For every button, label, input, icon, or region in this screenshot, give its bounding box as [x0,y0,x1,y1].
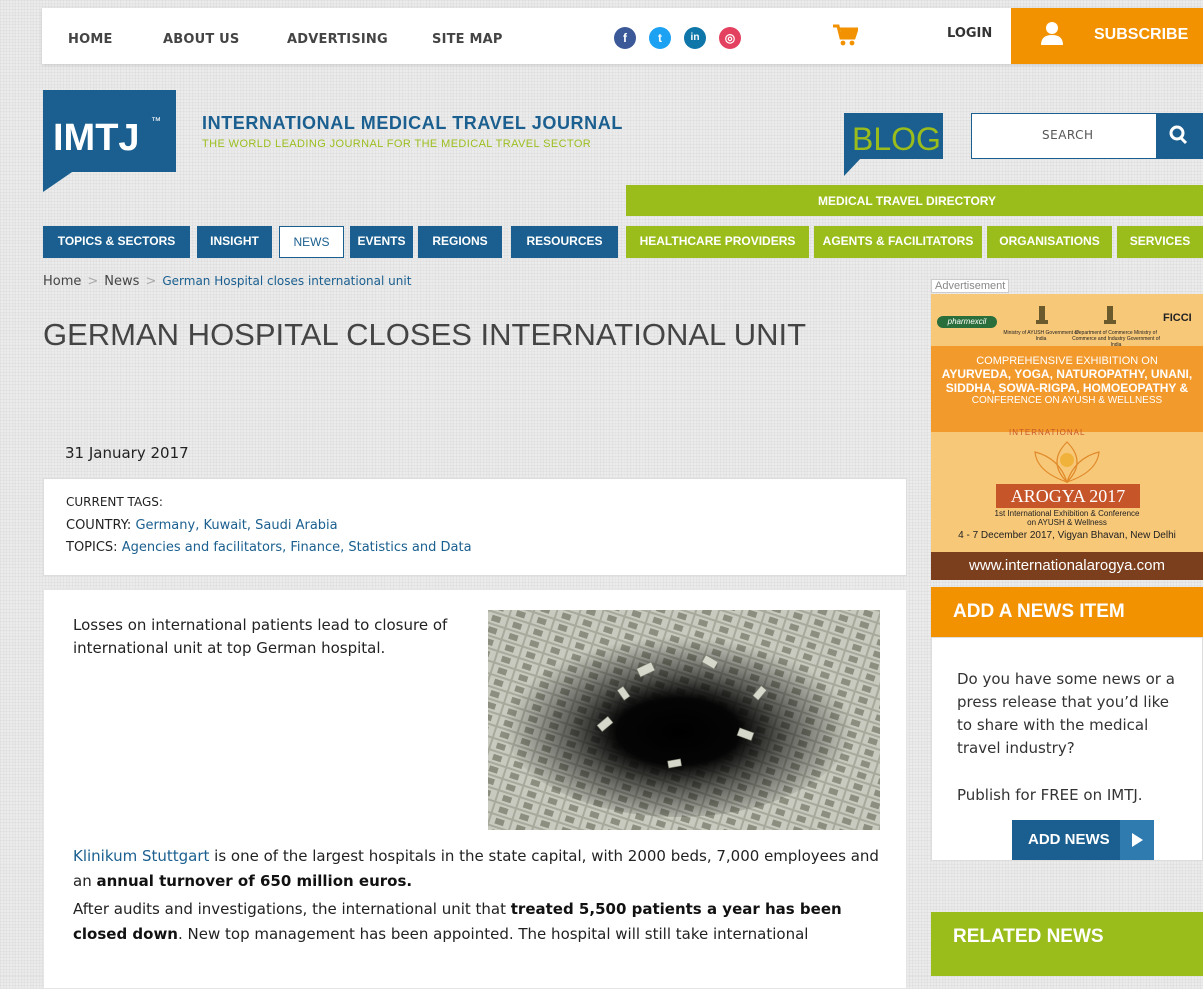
directory-bar: MEDICAL TRAVEL DIRECTORY [626,185,1203,216]
instagram-icon[interactable]: ◎ [719,27,741,49]
paragraph-2: After audits and investigations, the int… [73,897,893,947]
ad-arc-text: INTERNATIONAL [1009,428,1086,437]
ad-subtitle-1: 1st International Exhibition & Conferenc… [994,509,1140,518]
klinikum-stuttgart-link[interactable]: Klinikum Stuttgart [73,847,209,865]
emblem-icon [1036,306,1048,324]
ad-label: Advertisement [931,279,1010,293]
advertisement[interactable]: pharmexcil Ministry of AYUSH Government … [931,294,1203,580]
search-input[interactable]: SEARCH [1042,128,1094,142]
ad-subtitle-2: on AYUSH & Wellness [1027,518,1107,527]
top-bar: HOME ABOUT US ADVERTISING SITE MAP f t i… [42,8,1203,64]
blog-label: BLOG [852,121,941,157]
article-intro: Losses on international patients lead to… [73,616,448,657]
country-label: COUNTRY: [66,518,132,533]
add-news-button-label: ADD NEWS [1028,831,1110,848]
related-news-header: RELATED NEWS [931,912,1203,976]
ad-banner: COMPREHENSIVE EXHIBITION ON AYURVEDA, YO… [931,346,1203,432]
user-icon [1041,22,1063,45]
subscribe-label: SUBSCRIBE [1094,26,1189,43]
paragraph-1: Klinikum Stuttgart is one of the largest… [73,844,893,894]
topic-links[interactable]: Agencies and facilitators, Finance, Stat… [122,540,472,555]
breadcrumb: Home > News > German Hospital closes interna… [43,274,411,289]
add-news-text: Do you have some news or a press release… [957,670,1175,757]
directory-organisations[interactable]: ORGANISATIONS [987,226,1112,258]
nav-advertising-link[interactable]: ADVERTISING [287,32,388,47]
blog-button[interactable]: BLOG [844,113,943,176]
breadcrumb-separator: > [145,274,157,289]
ad-url[interactable]: www.internationalarogya.com [931,552,1203,580]
ad-dates: 4 - 7 December 2017, Vigyan Bhavan, New … [958,530,1176,541]
ad-line-4: CONFERENCE ON AYUSH & WELLNESS [971,395,1163,406]
ficci-logo: FICCI [1163,312,1192,324]
country-links[interactable]: Germany, Kuwait, Saudi Arabia [135,518,337,533]
linkedin-icon[interactable]: in [684,27,706,49]
paragraph-1-bold: annual turnover of 650 million euros. [96,872,413,890]
tags-heading: CURRENT TAGS: [66,495,163,509]
nav-sitemap-link[interactable]: SITE MAP [432,32,503,47]
article-body: Losses on international patients lead to… [43,589,907,989]
tags-box: CURRENT TAGS: COUNTRY: Germany, Kuwait, … [43,478,907,576]
tab-regions[interactable]: REGIONS [418,226,502,258]
tab-topics-sectors[interactable]: TOPICS & SECTORS [43,226,190,258]
twitter-icon[interactable]: t [649,27,671,49]
nav-about-link[interactable]: ABOUT US [163,32,240,47]
breadcrumb-news[interactable]: News [104,274,139,289]
directory-agents-facilitators[interactable]: AGENTS & FACILITATORS [814,226,982,258]
article-image [488,610,880,830]
add-news-title: ADD A NEWS ITEM [953,601,1125,622]
breadcrumb-home[interactable]: Home [43,274,81,289]
add-news-box: Do you have some news or a press release… [931,637,1203,861]
login-link[interactable]: LOGIN [947,26,992,41]
facebook-icon[interactable]: f [614,27,636,49]
page-title: GERMAN HOSPITAL CLOSES INTERNATIONAL UNI… [43,317,807,352]
breadcrumb-separator: > [87,274,99,289]
related-news-title: RELATED NEWS [953,926,1104,947]
breadcrumb-current[interactable]: German Hospital closes international uni… [162,274,411,288]
ad-line-1: COMPREHENSIVE EXHIBITION ON [976,355,1158,367]
arogya-title: AROGYA 2017 [996,484,1140,508]
site-tagline: THE WORLD LEADING JOURNAL FOR THE MEDICA… [202,138,592,150]
directory-label: MEDICAL TRAVEL DIRECTORY [818,194,997,208]
lotus-logo [1034,441,1100,483]
tab-events[interactable]: EVENTS [350,226,413,258]
search-icon [1169,125,1188,145]
search-box[interactable]: SEARCH [971,113,1203,159]
ministry-ayush: Ministry of AYUSH Government of India [1003,330,1079,342]
ad-line-3: SIDDHA, SOWA-RIGPA, HOMOEOPATHY & [945,381,1189,395]
logo-text: IMTJ [53,117,140,159]
publish-text: Publish for FREE on IMTJ. [957,786,1143,804]
nav-home-link[interactable]: HOME [68,32,113,47]
site-title: INTERNATIONAL MEDICAL TRAVEL JOURNAL [202,113,623,133]
paragraph-2-text: After audits and investigations, the int… [73,900,511,918]
article-date: 31 January 2017 [65,444,189,462]
tab-resources[interactable]: RESOURCES [511,226,618,258]
paragraph-2-rest: . New top management has been appointed.… [177,925,809,943]
pharmexcil-logo: pharmexcil [937,316,997,328]
arrow-right-icon [1120,820,1154,860]
logo-trademark: ™ [151,116,161,127]
search-button[interactable] [1156,114,1202,158]
emblem-icon [1104,306,1116,324]
tab-insight[interactable]: INSIGHT [197,226,272,258]
directory-healthcare-providers[interactable]: HEALTHCARE PROVIDERS [626,226,809,258]
country-tags: COUNTRY: Germany, Kuwait, Saudi Arabia [66,518,338,533]
directory-services[interactable]: SERVICES [1117,226,1203,258]
add-news-button[interactable]: ADD NEWS [1012,820,1154,860]
add-news-header: ADD A NEWS ITEM [931,587,1203,637]
imtj-logo[interactable]: IMTJ ™ [43,90,176,192]
ad-line-2: AYURVEDA, YOGA, NATUROPATHY, UNANI, [941,367,1193,381]
topics-label: TOPICS: [66,540,118,555]
shopping-cart-icon[interactable] [832,24,858,46]
topic-tags: TOPICS: Agencies and facilitators, Finan… [66,540,472,555]
subscribe-button[interactable]: SUBSCRIBE [1011,8,1203,64]
tab-news[interactable]: NEWS [279,226,344,258]
